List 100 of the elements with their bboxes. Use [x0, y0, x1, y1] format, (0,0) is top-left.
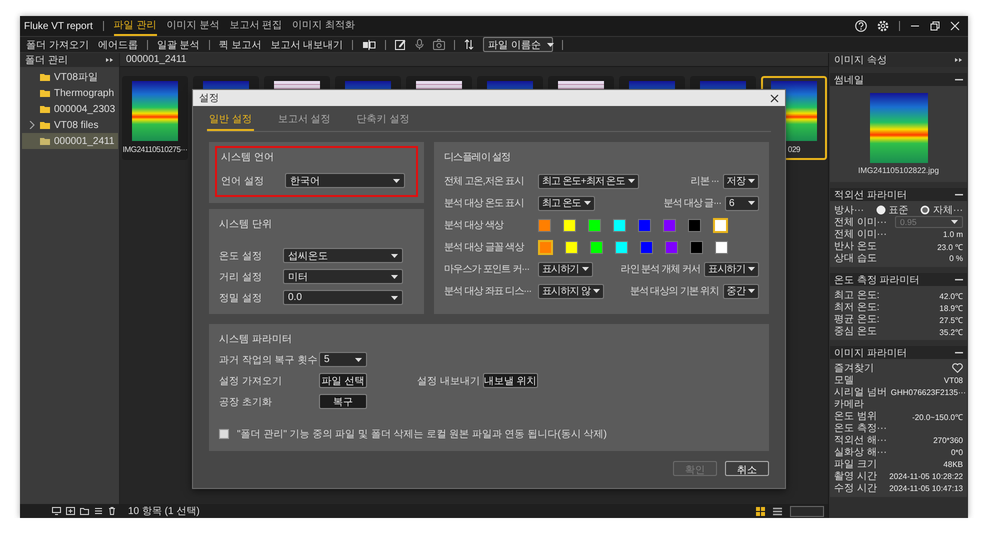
microphone-icon[interactable] — [415, 39, 424, 50]
field-label: 평균 온도: — [834, 313, 880, 326]
field-label: 반사 온도 — [834, 240, 877, 253]
section-title: 썸네일 — [834, 74, 864, 86]
folder-item[interactable]: 000004_2303 — [22, 101, 120, 117]
toolbar-button[interactable]: 일괄 분석 — [156, 38, 200, 52]
menu-tab[interactable]: 이미지 분석 — [166, 16, 220, 36]
folder-item[interactable]: VT08파일 — [22, 69, 102, 85]
color-swatch[interactable] — [688, 218, 701, 232]
chevron-icon[interactable] — [29, 121, 36, 129]
field-value: 23.0 ℃ — [937, 242, 963, 252]
field-value: 270*360 — [933, 436, 963, 444]
dropdown[interactable]: 표시하기 — [538, 262, 593, 276]
thumbnail-card[interactable]: IMG24110510275··· — [122, 76, 188, 160]
field-label: 분석 대상 좌표 디스··· — [444, 285, 532, 298]
restore-button[interactable]: 복구 — [319, 394, 367, 409]
size-field[interactable] — [790, 506, 824, 516]
color-swatch[interactable] — [590, 240, 603, 254]
field-label: 중심 온도 — [834, 325, 877, 338]
settings-tab[interactable]: 단축키 설정 — [354, 110, 412, 131]
list-icon[interactable] — [94, 507, 103, 515]
section-title: 온도 측정 파라미터 — [834, 274, 920, 286]
field-label: 전체 고온,저온 표시 — [444, 175, 525, 188]
camera-icon[interactable] — [433, 39, 446, 50]
grid-view-icon[interactable] — [756, 506, 765, 516]
dropdown[interactable]: 6 — [725, 196, 759, 210]
pin-icon[interactable] — [955, 57, 963, 63]
compare-icon[interactable] — [362, 40, 376, 50]
dropdown[interactable]: 미터 — [283, 269, 403, 284]
color-swatch[interactable] — [638, 218, 651, 232]
edit-icon[interactable] — [395, 39, 406, 50]
sort-icon[interactable] — [464, 39, 474, 50]
toolbar-button[interactable]: 퀵 보고서 — [218, 38, 262, 52]
field-label: 과거 작업의 복구 횟수 — [219, 354, 318, 366]
toolbar-button[interactable]: 보고서 내보내기 — [270, 38, 344, 52]
caret-icon — [584, 201, 591, 205]
list-view-icon[interactable] — [773, 506, 782, 516]
color-swatch[interactable] — [640, 240, 653, 254]
radio-icon[interactable] — [876, 205, 886, 215]
toolbar-button[interactable]: 폴더 가져오기 — [26, 38, 89, 52]
color-swatch[interactable] — [538, 218, 551, 232]
color-swatch[interactable] — [713, 218, 728, 232]
dropdown[interactable]: 한국어 — [285, 173, 405, 188]
dropdown[interactable]: 중간 — [722, 284, 759, 298]
checkbox[interactable] — [219, 429, 229, 439]
export-location-button[interactable]: 내보낼 위치 — [482, 373, 538, 388]
field-value: VT08 — [944, 376, 963, 384]
caret-icon — [748, 179, 755, 183]
color-swatch[interactable] — [538, 240, 553, 254]
folder-item[interactable]: VT08 files — [22, 117, 102, 133]
field-label: 분석 대상 온도 표시 — [444, 197, 525, 210]
field-value: 0 % — [949, 254, 963, 262]
file-name: IMG24110510275··· — [122, 145, 188, 154]
folder-item[interactable]: 000001_2411 — [22, 133, 118, 149]
add-image-icon[interactable] — [66, 507, 75, 515]
color-swatch[interactable] — [563, 218, 576, 232]
folder-path: 000001_2411 — [120, 53, 828, 67]
color-swatch[interactable] — [588, 218, 601, 232]
radio-icon[interactable] — [920, 205, 930, 215]
field-label: 정밀 설정 — [219, 292, 263, 304]
radio-option[interactable]: 자체··· — [920, 203, 963, 217]
pin-icon[interactable] — [106, 57, 114, 63]
help-icon[interactable] — [855, 20, 867, 32]
color-swatch[interactable] — [615, 240, 628, 254]
field-label: 최저 온도: — [834, 301, 880, 314]
color-swatch[interactable] — [565, 240, 578, 254]
dropdown[interactable]: 5 — [319, 352, 367, 367]
menu-tab[interactable]: 보고서 편집 — [229, 16, 282, 36]
restore-icon[interactable] — [930, 21, 940, 31]
color-swatch[interactable] — [690, 240, 703, 254]
dropdown[interactable]: 저장 — [722, 174, 759, 188]
settings-tab[interactable]: 일반 설정 — [207, 110, 254, 131]
field-value: 0*0 — [950, 448, 963, 456]
heart-icon[interactable] — [952, 363, 963, 373]
color-swatch[interactable] — [715, 240, 728, 254]
thermal-image — [132, 81, 178, 141]
settings-icon[interactable] — [877, 20, 889, 32]
radio-option[interactable]: 표준 — [876, 203, 908, 217]
dropdown[interactable]: 최고 온도 — [538, 196, 595, 210]
color-swatch[interactable] — [613, 218, 626, 232]
color-swatch[interactable] — [665, 240, 678, 254]
toolbar-button[interactable]: 에어드롭 — [98, 38, 138, 52]
field-label: 설정 내보내기 — [417, 374, 480, 388]
display-icon[interactable] — [52, 507, 61, 515]
caret-icon — [355, 358, 362, 362]
dropdown[interactable]: 파일 이름순 — [483, 37, 554, 52]
trash-icon[interactable] — [108, 507, 116, 515]
dialog-button[interactable]: 취소 — [725, 461, 769, 476]
folder-icon[interactable] — [80, 507, 89, 515]
dropdown[interactable]: 최고 온도+최저 온도 — [538, 174, 639, 188]
dropdown[interactable]: 표시하기 — [704, 262, 759, 276]
dropdown[interactable]: 섭씨온도 — [283, 248, 403, 263]
settings-tab[interactable]: 보고서 설정 — [276, 110, 333, 131]
dropdown[interactable]: 0.0 — [283, 290, 403, 305]
close-icon[interactable] — [770, 94, 779, 102]
menu-tab[interactable]: 이미지 최적화 — [292, 16, 355, 36]
dropdown[interactable]: 표시하지 않 — [538, 284, 604, 298]
color-swatch[interactable] — [663, 218, 676, 232]
folder-item[interactable]: Thermograph — [22, 85, 118, 101]
file-select-button[interactable]: 파일 선택 — [319, 373, 367, 388]
